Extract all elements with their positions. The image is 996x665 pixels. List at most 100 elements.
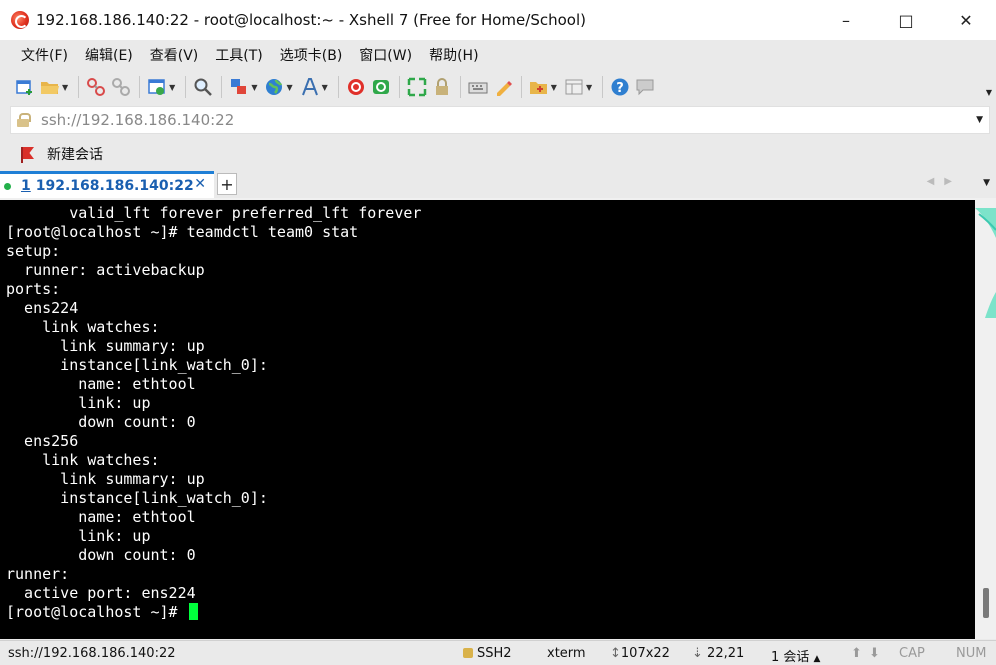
add-tab-button[interactable]: + <box>217 173 237 195</box>
menu-edit[interactable]: 编辑(E) <box>76 45 141 65</box>
toolbar-divider <box>398 76 400 98</box>
terminal-cursor <box>188 603 198 620</box>
terminal-line: valid_lft forever preferred_lft forever <box>6 204 422 222</box>
tab-number: 1 <box>21 178 31 194</box>
xshell-app-icon[interactable] <box>11 11 29 29</box>
maximize-button[interactable]: □ <box>876 0 936 40</box>
new-session-icon[interactable] <box>14 76 36 98</box>
scroll-up-icon[interactable]: ⬆ <box>851 646 862 661</box>
reconnect-icon[interactable] <box>110 76 132 98</box>
status-protocol: SSH2 <box>463 646 512 661</box>
layout-dropdown-icon[interactable]: ▼ <box>586 83 592 92</box>
status-bar: ssh://192.168.186.140:22 SSH2 xterm ↕107… <box>0 640 996 665</box>
toolbar-divider <box>459 76 461 98</box>
xshell-icon[interactable] <box>345 76 367 98</box>
terminal-line: link: up <box>6 394 151 412</box>
menu-help[interactable]: 帮助(H) <box>420 45 486 65</box>
transfer-icon[interactable] <box>228 76 250 98</box>
chat-icon[interactable] <box>634 76 656 98</box>
transfer-dropdown-icon[interactable]: ▼ <box>251 83 257 92</box>
terminal-prompt: [root@localhost ~]# <box>6 603 187 621</box>
tab-session-1[interactable]: 1 192.168.186.140:22 ✕ <box>0 171 214 198</box>
terminal-prompt-line[interactable]: [root@localhost ~]# <box>0 603 975 622</box>
script-dropdown-icon[interactable]: ▼ <box>551 83 557 92</box>
script-icon[interactable] <box>528 76 550 98</box>
address-input[interactable]: ssh://192.168.186.140:22 <box>41 111 234 129</box>
globe-icon[interactable] <box>263 76 285 98</box>
toolbar: ▼ ▼ ▼ ▼ ▼ ▼ ▼ ? ▼ <box>0 70 996 104</box>
lock-icon[interactable] <box>431 76 453 98</box>
status-position: ⇣ 22,21 <box>692 646 744 661</box>
scrollbar-thumb[interactable] <box>983 588 989 618</box>
size-icon: ↕ <box>610 646 621 661</box>
font-dropdown-icon[interactable]: ▼ <box>322 83 328 92</box>
terminal-line: down count: 0 <box>6 546 196 564</box>
terminal-line: link watches: <box>6 318 160 336</box>
terminal-line: setup: <box>6 242 61 260</box>
open-folder-icon[interactable] <box>39 76 61 98</box>
terminal-line: down count: 0 <box>6 413 196 431</box>
status-protocol-text: SSH2 <box>477 646 512 661</box>
toolbar-divider <box>520 76 522 98</box>
toolbar-divider <box>221 76 223 98</box>
terminal-line: name: ethtool <box>6 375 196 393</box>
scroll-down-icon[interactable]: ⬇ <box>869 646 880 661</box>
properties-dropdown-icon[interactable]: ▼ <box>169 83 175 92</box>
menu-tabs[interactable]: 选项卡(B) <box>271 45 351 65</box>
menu-view[interactable]: 查看(V) <box>141 45 207 65</box>
fullscreen-icon[interactable] <box>406 76 428 98</box>
font-icon[interactable] <box>299 76 321 98</box>
terminal-line: runner: activebackup <box>6 261 205 279</box>
menu-file[interactable]: 文件(F) <box>12 45 76 65</box>
lock-status-icon <box>463 648 473 658</box>
help-icon[interactable]: ? <box>609 76 631 98</box>
status-sessions-text: 1 会话 <box>771 650 810 665</box>
terminal-line: link summary: up <box>6 337 205 355</box>
disconnect-icon[interactable] <box>85 76 107 98</box>
terminal-scrollbar[interactable] <box>975 198 996 639</box>
sessions-up-icon[interactable]: ▲ <box>814 654 821 664</box>
new-session-link[interactable]: 新建会话 <box>47 144 103 164</box>
terminal-line: link summary: up <box>6 470 205 488</box>
highlight-icon[interactable] <box>492 76 514 98</box>
status-num: NUM <box>956 646 987 661</box>
tab-scroll-arrows-icon[interactable]: ◀▶ <box>927 176 962 187</box>
decoration-graphic <box>975 208 996 318</box>
layout-icon[interactable] <box>563 76 585 98</box>
address-dropdown-icon[interactable]: ▼ <box>976 115 983 125</box>
tab-list-dropdown-icon[interactable]: ▼ <box>983 178 990 188</box>
tab-label: 1 192.168.186.140:22 <box>21 178 194 194</box>
status-size-text: 107x22 <box>620 646 670 661</box>
svg-text:?: ? <box>616 81 624 96</box>
toolbar-overflow-icon[interactable]: ▼ <box>986 88 992 97</box>
address-bar[interactable]: ssh://192.168.186.140:22 ▼ <box>10 106 990 134</box>
keyboard-icon[interactable] <box>467 76 489 98</box>
find-icon[interactable] <box>192 76 214 98</box>
status-caps: CAP <box>899 646 925 661</box>
terminal-line: active port: ens224 <box>6 584 196 602</box>
terminal-line: runner: <box>6 565 70 583</box>
tab-close-icon[interactable]: ✕ <box>194 176 206 192</box>
status-position-text: 22,21 <box>707 646 745 661</box>
toolbar-divider <box>185 76 187 98</box>
status-connection: ssh://192.168.186.140:22 <box>8 646 176 661</box>
terminal-line: [root@localhost ~]# teamdctl team0 stat <box>6 223 359 241</box>
properties-icon[interactable] <box>146 76 168 98</box>
globe-dropdown-icon[interactable]: ▼ <box>286 83 292 92</box>
menu-window[interactable]: 窗口(W) <box>350 45 420 65</box>
status-term-type: xterm <box>547 646 586 661</box>
address-lock-icon <box>17 113 31 127</box>
connected-status-icon <box>4 182 11 190</box>
menu-bar: 文件(F) 编辑(E) 查看(V) 工具(T) 选项卡(B) 窗口(W) 帮助(… <box>0 40 996 70</box>
toolbar-divider <box>78 76 80 98</box>
window-title: 192.168.186.140:22 - root@localhost:~ - … <box>36 11 586 29</box>
toolbar-divider <box>602 76 604 98</box>
terminal-area[interactable]: valid_lft forever preferred_lft forever … <box>0 198 975 639</box>
close-button[interactable]: ✕ <box>936 0 996 40</box>
xftp-icon[interactable] <box>370 76 392 98</box>
open-dropdown-icon[interactable]: ▼ <box>62 83 68 92</box>
status-sessions: 1 会话 ▲ <box>771 646 820 665</box>
menu-tools[interactable]: 工具(T) <box>206 45 270 65</box>
terminal-line: ens224 <box>6 299 79 317</box>
minimize-button[interactable]: – <box>816 0 876 40</box>
